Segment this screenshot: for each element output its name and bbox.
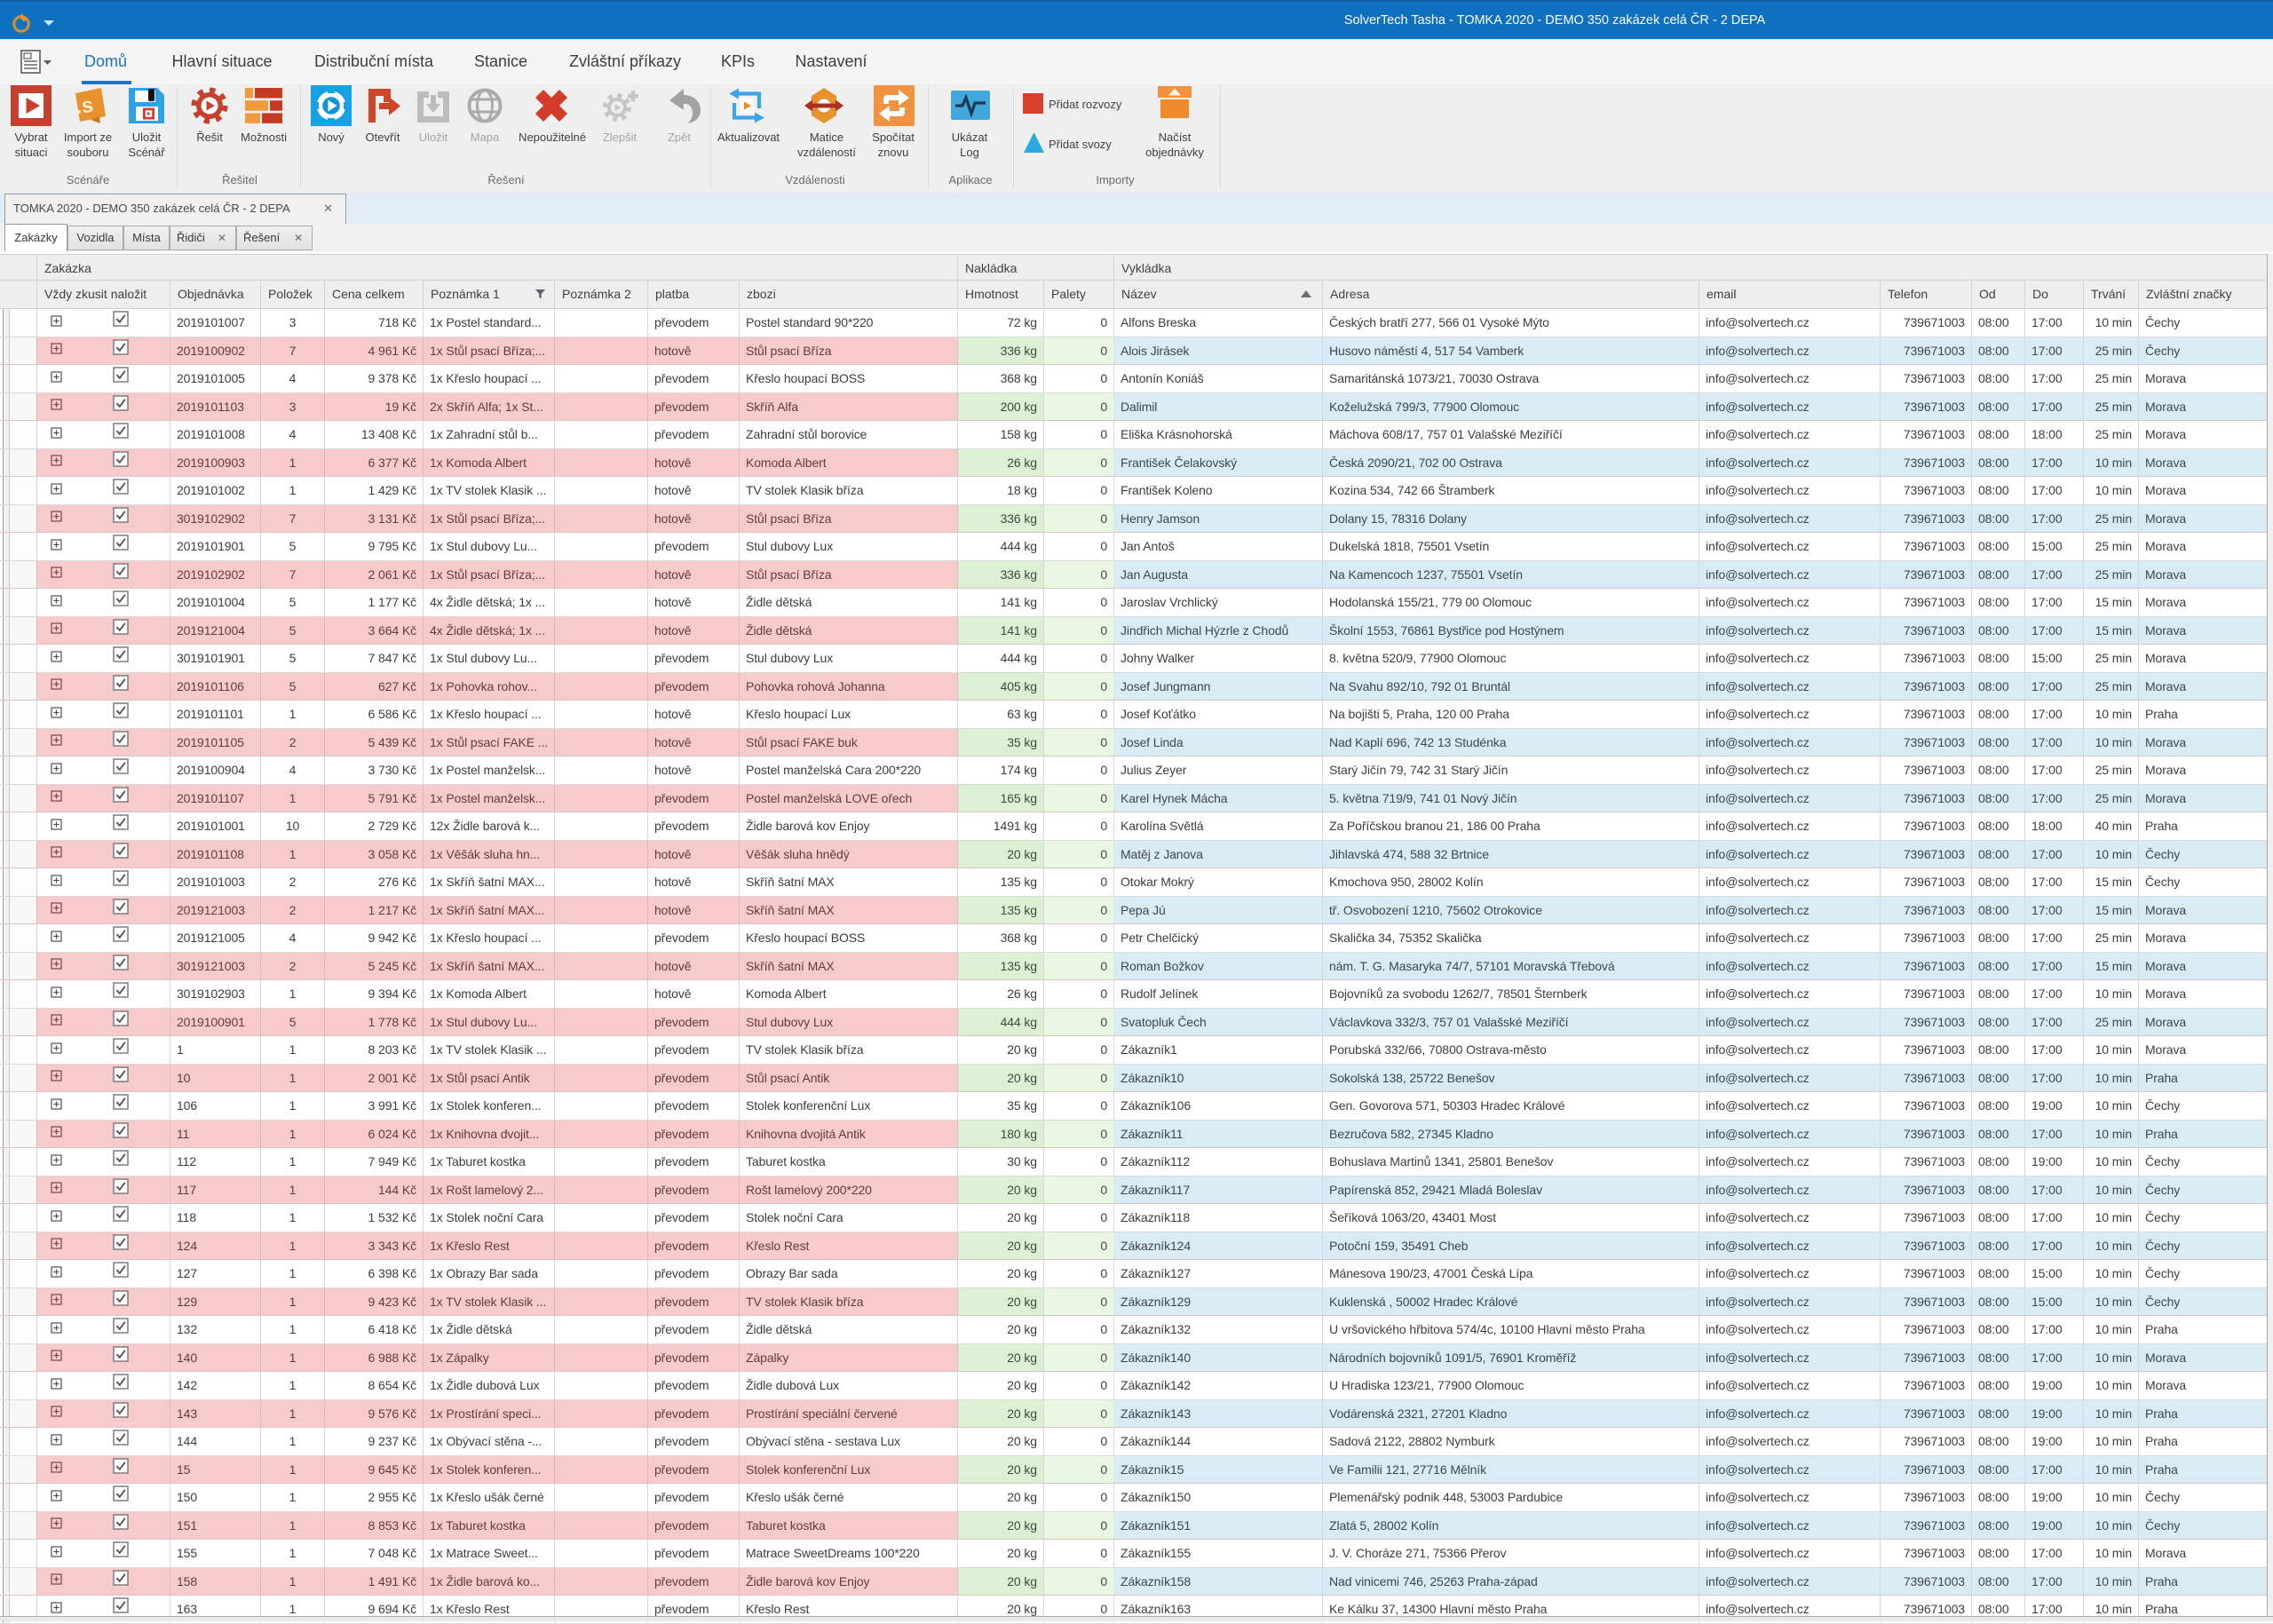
svg-text:.s: .s xyxy=(75,93,95,119)
